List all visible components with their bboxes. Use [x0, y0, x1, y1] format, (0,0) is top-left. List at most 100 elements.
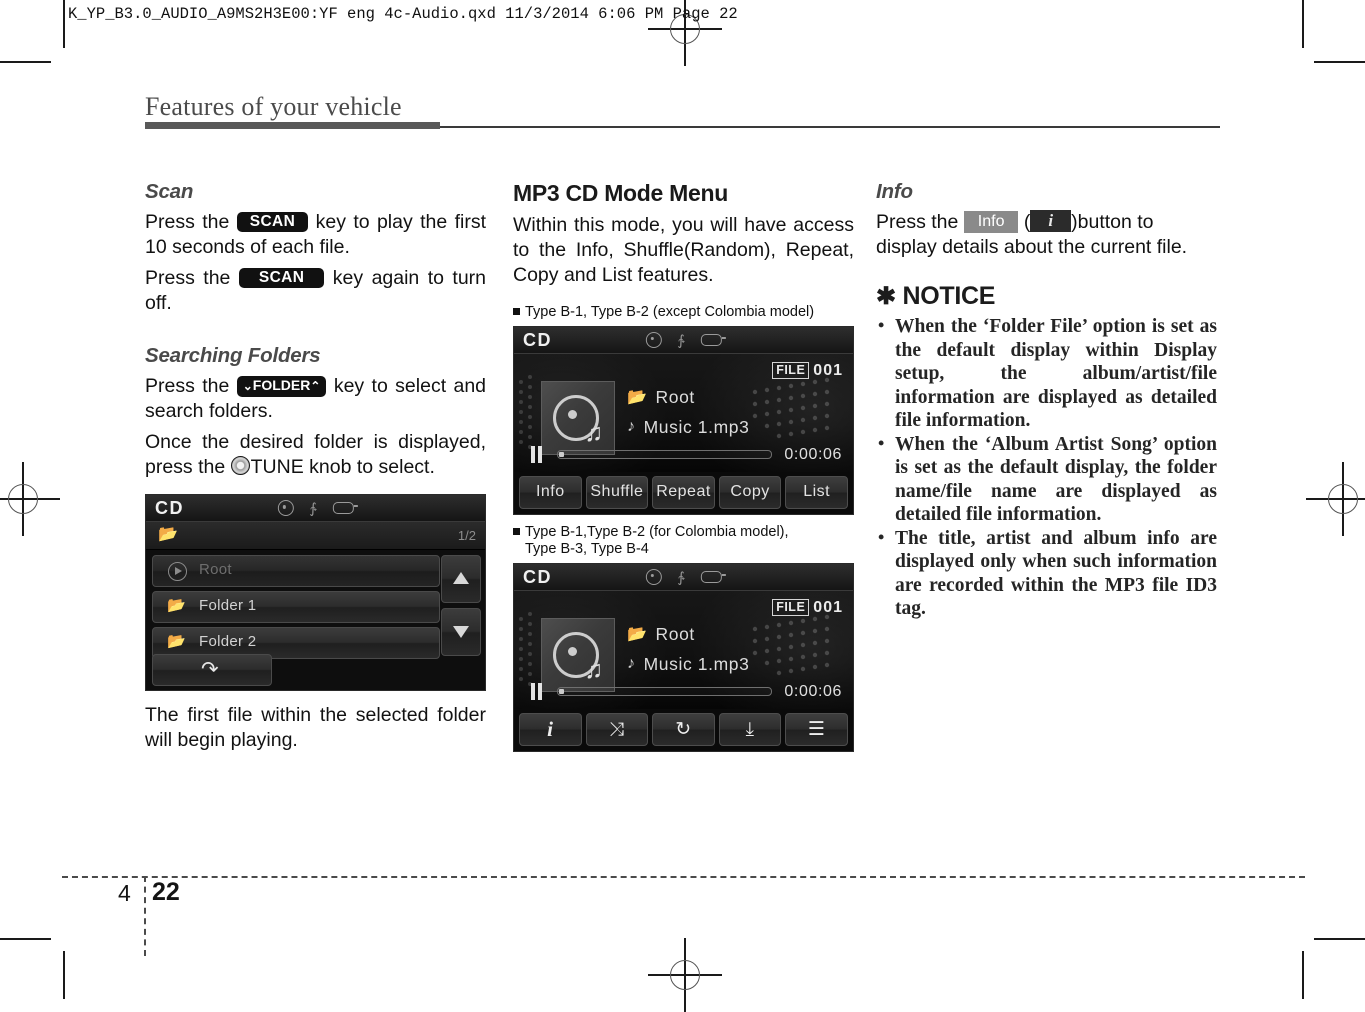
caption-line-2: Type B-3, Type B-4: [525, 541, 649, 557]
folder-row-label: Root: [199, 561, 232, 578]
info-p-text-before: Press the: [876, 211, 959, 233]
tune-knob-icon: [230, 456, 250, 475]
notice-item: The title, artist and album info are dis…: [876, 526, 1217, 621]
player-a-button-row: Info Shuffle Repeat Copy List: [514, 471, 853, 514]
sf-p2-text-after: knob to select.: [309, 456, 435, 478]
disc-icon: [645, 568, 662, 585]
usb-icon: ∱: [309, 500, 317, 516]
scan-key-2[interactable]: SCAN: [238, 268, 325, 288]
album-art-placeholder: ♫: [541, 380, 615, 455]
aux-icon: [700, 333, 726, 346]
folder-icon: 📂: [167, 597, 186, 614]
folder-icon: 📂: [158, 526, 178, 543]
usb-icon: ∱: [677, 331, 685, 348]
folder-screen-source-label: CD: [155, 498, 184, 518]
music-note-icon: ♫: [584, 655, 603, 684]
player-b-topbar: CD ∱: [514, 563, 853, 591]
player-b-metadata: 📂 Root ♪ Music 1.mp3: [627, 624, 749, 684]
folder-list-screen: CD ∱ 📂 1/2 Root 📂 Folder 1 📂 Folder 2 ↶: [145, 494, 486, 691]
scan-key-1[interactable]: SCAN: [236, 212, 309, 232]
progress-knob: [559, 452, 564, 457]
caption-text: Type B-1, Type B-2 (except Colombia mode…: [525, 304, 815, 320]
info-icon-key[interactable]: i: [1030, 210, 1072, 232]
progress-bar[interactable]: [557, 687, 773, 696]
column-2: MP3 CD Mode Menu Within this mode, you w…: [513, 180, 854, 752]
folder-row-label: Folder 1: [199, 597, 257, 614]
folder-row-list: Root 📂 Folder 1 📂 Folder 2: [152, 555, 440, 663]
triangle-up-icon: [453, 572, 469, 584]
mp3-cd-mode-menu-intro: Within this mode, you will have access t…: [513, 214, 854, 286]
player-a-status-icons: ∱: [645, 331, 726, 348]
player-a-source-label: CD: [523, 329, 552, 350]
player-a-elapsed-time: 0:00:06: [784, 445, 842, 463]
column-1: Scan Press the SCAN key to play the firs…: [145, 180, 486, 759]
notice-heading: ✱ NOTICE: [876, 282, 1217, 311]
folder-icon: 📂: [167, 633, 186, 650]
notice-list: When the ‘Folder File’ option is set as …: [876, 314, 1217, 621]
progress-knob: [559, 689, 564, 694]
back-button[interactable]: ↶: [152, 654, 272, 686]
disc-icon: [645, 331, 662, 348]
bullet-square-icon: [513, 308, 520, 315]
player-b-source-label: CD: [523, 566, 552, 587]
chevron-down-icon: ⌄: [242, 379, 253, 393]
player-a-copy-button[interactable]: Copy: [718, 475, 782, 509]
folder-key[interactable]: ⌄FOLDER⌃: [236, 376, 327, 397]
scroll-down-button[interactable]: [441, 608, 481, 656]
folder-page-indicator: 1/2: [457, 528, 476, 543]
caption-type-b1-b2: Type B-1, Type B-2 (except Colombia mode…: [513, 304, 854, 322]
scroll-up-button[interactable]: [441, 555, 481, 603]
title-rule-dark: [145, 122, 440, 129]
player-a-topbar: CD ∱: [514, 326, 853, 354]
music-note-icon: ♪: [627, 418, 636, 435]
player-a-metadata: 📂 Root ♪ Music 1.mp3: [627, 387, 749, 447]
bullet-square-icon: [513, 527, 520, 535]
player-b-list-button[interactable]: ☰: [785, 712, 848, 746]
player-b-body: FILE 001 ♫ 📂 Root ♪ Music 1.mp3 0:00:06: [514, 590, 853, 709]
player-a-shuffle-button[interactable]: Shuffle: [585, 475, 649, 509]
player-b-file-indicator: FILE 001: [772, 599, 843, 617]
folder-path-bar: 📂 1/2: [146, 522, 485, 550]
info-icon: i: [547, 716, 554, 741]
caption-type-b1-b2-b3-b4: Type B-1,Type B-2 (for Colombia model), …: [513, 524, 854, 559]
info-key[interactable]: Info: [963, 211, 1019, 233]
folder-row-label: Folder 2: [199, 633, 257, 650]
player-a-info-button[interactable]: Info: [519, 475, 582, 509]
column-3: Info Press the Info (i)button to display…: [876, 180, 1217, 621]
footer-page-number: 22: [152, 878, 180, 906]
footer-chapter-number: 4: [118, 880, 131, 906]
folder-row-root[interactable]: Root: [152, 555, 440, 587]
player-a-progress-row: 0:00:06: [514, 446, 853, 464]
player-b-folder-name: Root: [655, 623, 695, 644]
play-icon: [168, 562, 187, 581]
scan-paragraph-2: Press the SCAN key again to turn off.: [145, 266, 486, 316]
folder-icon: 📂: [627, 626, 648, 643]
tune-knob-label: TUNE: [250, 456, 304, 478]
progress-bar[interactable]: [557, 450, 773, 459]
aux-icon: [700, 570, 726, 583]
player-b-status-icons: ∱: [645, 568, 726, 585]
player-b-shuffle-button[interactable]: ⤨: [585, 712, 649, 746]
player-b-copy-button[interactable]: ⤓: [718, 712, 782, 746]
player-b-repeat-button[interactable]: ↻: [652, 712, 715, 746]
player-a-file-indicator: FILE 001: [772, 362, 843, 380]
player-a-folder-line: 📂 Root: [627, 387, 749, 408]
scan-paragraph-1: Press the SCAN key to play the first 10 …: [145, 210, 486, 260]
usb-icon: ∱: [677, 568, 685, 585]
player-a-track-line: ♪ Music 1.mp3: [627, 417, 749, 438]
player-a-repeat-button[interactable]: Repeat: [652, 475, 715, 509]
player-b-info-button[interactable]: i: [519, 712, 582, 746]
info-paragraph: Press the Info (i)button to display deta…: [876, 210, 1217, 260]
copy-save-icon: ⤓: [745, 718, 755, 740]
folder-icon: 📂: [627, 389, 648, 406]
player-a-folder-name: Root: [655, 386, 695, 407]
folder-row-folder-1[interactable]: 📂 Folder 1: [152, 591, 440, 623]
repeat-icon: ↻: [675, 718, 692, 740]
player-screen-a: CD ∱ FILE 001 ♫ 📂 Root ♪ Music 1.mp3 0:0…: [513, 325, 854, 515]
return-arrow-icon: ↶: [201, 658, 219, 681]
player-screen-b: CD ∱ FILE 001 ♫ 📂 Root ♪ Music 1.mp3 0:0…: [513, 562, 854, 752]
player-a-list-button[interactable]: List: [785, 475, 848, 509]
page-body: Features of your vehicle Scan Press the …: [0, 0, 1365, 999]
music-note-icon: ♫: [584, 418, 603, 447]
folder-scroll-controls: [441, 555, 481, 661]
